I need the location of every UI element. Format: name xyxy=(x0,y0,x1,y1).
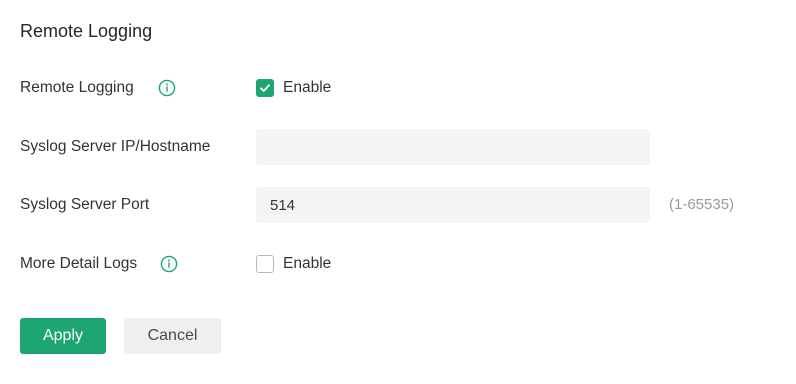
syslog-server-row: Syslog Server IP/Hostname xyxy=(20,129,796,165)
syslog-server-input[interactable] xyxy=(256,129,650,165)
syslog-port-input[interactable] xyxy=(256,187,650,223)
remote-logging-enable-label[interactable]: Enable xyxy=(283,70,331,106)
section-title: Remote Logging xyxy=(20,21,153,41)
syslog-port-row: Syslog Server Port (1-65535) xyxy=(20,187,796,223)
more-detail-logs-enable-label[interactable]: Enable xyxy=(283,246,331,282)
remote-logging-row: Remote Logging Enable xyxy=(20,70,796,106)
remote-logging-label: Remote Logging xyxy=(20,79,134,96)
syslog-port-label: Syslog Server Port xyxy=(20,196,150,213)
info-icon[interactable] xyxy=(158,79,176,97)
cancel-button[interactable]: Cancel xyxy=(124,318,221,354)
apply-button[interactable]: Apply xyxy=(20,318,106,354)
more-detail-logs-label: More Detail Logs xyxy=(20,255,138,272)
more-detail-logs-row: More Detail Logs Enable xyxy=(20,246,796,282)
info-icon[interactable] xyxy=(160,255,178,273)
remote-logging-checkbox[interactable] xyxy=(256,79,274,97)
port-range-hint: (1-65535) xyxy=(669,196,735,213)
more-detail-logs-checkbox[interactable] xyxy=(256,255,274,273)
syslog-server-label: Syslog Server IP/Hostname xyxy=(20,138,211,155)
checkmark-icon xyxy=(260,84,270,92)
